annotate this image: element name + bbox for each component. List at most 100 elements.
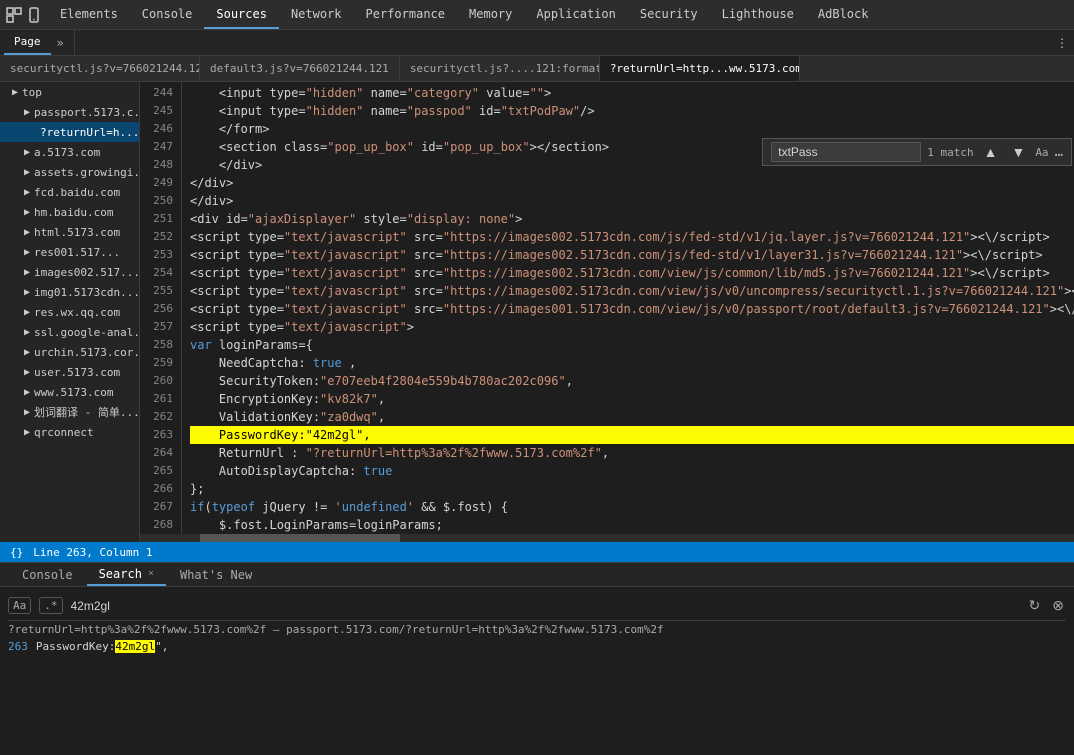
folder-icon: ▶ [24, 207, 30, 218]
sidebar-item[interactable]: ?returnUrl=h... [0, 122, 139, 142]
sidebar-item-label: img01.5173cdn... [34, 286, 139, 299]
code-line: if(typeof jQuery != 'undefined' && $.fos… [190, 498, 1074, 516]
code-line: <script type="text/javascript" src="http… [190, 246, 1074, 264]
sidebar-item[interactable]: ▶ assets.growingi... [0, 162, 139, 182]
find-input[interactable] [771, 142, 921, 162]
sidebar-item[interactable]: ▶ user.5173.com [0, 362, 139, 382]
bottom-panel: ConsoleSearch×What's New Aa .* ↻ ⊗ ?retu… [0, 562, 1074, 672]
sidebar-item-label: res.wx.qq.com [34, 306, 120, 319]
top-tab-elements[interactable]: Elements [48, 0, 130, 29]
sidebar-item[interactable]: ▶ fcd.baidu.com [0, 182, 139, 202]
tab-page[interactable]: Page [4, 30, 51, 55]
prev-match-btn[interactable]: ▲ [980, 142, 1002, 162]
bottom-tab-close-btn[interactable]: × [148, 568, 154, 579]
folder-icon: ▶ [24, 427, 30, 438]
folder-icon: ▶ [24, 107, 30, 118]
devtools-window: ElementsConsoleSourcesNetworkPerformance… [0, 0, 1074, 755]
sidebar-item[interactable]: ▶ img01.5173cdn... [0, 282, 139, 302]
top-tab-performance[interactable]: Performance [354, 0, 457, 29]
file-tab[interactable]: securityctl.js?....121:formatted [400, 56, 600, 81]
main-layout: ▶ top▶ passport.5173.c...?returnUrl=h...… [0, 82, 1074, 542]
search-options-btn[interactable]: … [1055, 144, 1063, 160]
folder-icon: ▶ [24, 327, 30, 338]
file-tab[interactable]: ?returnUrl=http...ww.5173.com%2f× [600, 56, 800, 81]
file-tab[interactable]: default3.js?v=766021244.121 [200, 56, 400, 81]
search-clear-btn[interactable]: ⊗ [1050, 595, 1066, 616]
result-line-text: PasswordKey:42m2gl", [36, 640, 168, 653]
sidebar-item[interactable]: ▶ passport.5173.c... [0, 102, 139, 122]
cursor-position: Line 263, Column 1 [33, 546, 152, 559]
sidebar-item[interactable]: ▶ qrconnect [0, 422, 139, 442]
panel-options-btn[interactable]: ⋮ [1050, 30, 1074, 55]
devtools-top-tabs: ElementsConsoleSourcesNetworkPerformance… [0, 0, 1074, 30]
code-line: <script type="text/javascript" src="http… [190, 228, 1074, 246]
folder-icon: ▶ [24, 147, 30, 158]
sidebar-item[interactable]: ▶ urchin.5173.cor... [0, 342, 139, 362]
top-tab-application[interactable]: Application [524, 0, 627, 29]
sidebar-item[interactable]: ▶ a.5173.com [0, 142, 139, 162]
bottom-tab-search[interactable]: Search× [87, 563, 166, 586]
top-tab-lighthouse[interactable]: Lighthouse [710, 0, 806, 29]
result-url-text: ?returnUrl=http%3a%2f%2fwww.5173.com%2f … [8, 623, 664, 636]
folder-icon: ▶ [24, 227, 30, 238]
folder-icon: ▶ [24, 347, 30, 358]
top-tab-network[interactable]: Network [279, 0, 354, 29]
code-line: <script type="text/javascript" src="http… [190, 282, 1074, 300]
top-tab-security[interactable]: Security [628, 0, 710, 29]
top-tab-console[interactable]: Console [130, 0, 205, 29]
code-line: SecurityToken:"e707eeb4f2804e559b4b780ac… [190, 372, 1074, 390]
sidebar-item-label: assets.growingi... [34, 166, 139, 179]
sidebar-item-label: html.5173.com [34, 226, 120, 239]
search-refresh-btn[interactable]: ↻ [1027, 595, 1043, 616]
horizontal-scrollbar[interactable] [140, 534, 1074, 542]
code-line: ValidationKey:"za0dwq", [190, 408, 1074, 426]
file-tab[interactable]: securityctl.js?v=766021244.121 [0, 56, 200, 81]
code-line: <input type="hidden" name="passpod" id="… [190, 102, 1074, 120]
file-tabs-row: securityctl.js?v=766021244.121default3.j… [0, 56, 1074, 82]
next-match-btn[interactable]: ▼ [1007, 142, 1029, 162]
match-case-toggle[interactable]: Aa [1035, 146, 1048, 159]
code-line: AutoDisplayCaptcha: true [190, 462, 1074, 480]
search-panel-input[interactable] [71, 599, 1019, 613]
top-tab-memory[interactable]: Memory [457, 0, 524, 29]
mobile-icon[interactable] [24, 5, 44, 25]
sidebar-item[interactable]: ▶ res.wx.qq.com [0, 302, 139, 322]
folder-icon: ▶ [24, 307, 30, 318]
sidebar-item[interactable]: ▶ 划词翻译 - 简单... [0, 402, 139, 422]
sidebar-item-label: passport.5173.c... [34, 106, 139, 119]
code-line: <div id="ajaxDisplayer" style="display: … [190, 210, 1074, 228]
code-line: </div> [190, 174, 1074, 192]
sidebar-item-label: res001.517... [34, 246, 120, 259]
sidebar-item-label: user.5173.com [34, 366, 120, 379]
sources-sidebar: ▶ top▶ passport.5173.c...?returnUrl=h...… [0, 82, 140, 542]
result-line-number: 263 [8, 640, 28, 653]
sidebar-item[interactable]: ▶ images002.517... [0, 262, 139, 282]
inspect-icon[interactable] [4, 5, 24, 25]
panel-file-tabs [75, 30, 1050, 55]
search-result-line: 263 PasswordKey:42m2gl", [8, 638, 1066, 655]
bottom-tab-what's-new[interactable]: What's New [168, 563, 264, 586]
top-tab-sources[interactable]: Sources [204, 0, 279, 29]
sidebar-item[interactable]: ▶ top [0, 82, 139, 102]
sidebar-item[interactable]: ▶ www.5173.com [0, 382, 139, 402]
sidebar-item[interactable]: ▶ html.5173.com [0, 222, 139, 242]
folder-icon: ▶ [24, 167, 30, 178]
code-line: <script type="text/javascript"> [190, 318, 1074, 336]
devtools-icons [4, 0, 44, 29]
folder-icon: ▶ [24, 247, 30, 258]
scrollbar-thumb[interactable] [200, 534, 400, 542]
folder-icon: ▶ [24, 267, 30, 278]
sidebar-item[interactable]: ▶ ssl.google-anal... [0, 322, 139, 342]
code-line: EncryptionKey:"kv82k7", [190, 390, 1074, 408]
sidebar-item[interactable]: ▶ res001.517... [0, 242, 139, 262]
sidebar-item-label: ?returnUrl=h... [40, 126, 139, 139]
code-line: </div> [190, 192, 1074, 210]
panel-tabs-row: Page » ⋮ [0, 30, 1074, 56]
top-tab-adblock[interactable]: AdBlock [806, 0, 881, 29]
code-line: <script type="text/javascript" src="http… [190, 264, 1074, 282]
bottom-tab-console[interactable]: Console [10, 563, 85, 586]
code-line: $.fost.LoginParams=loginParams; [190, 516, 1074, 534]
folder-icon: ▶ [24, 387, 30, 398]
panel-more-btn[interactable]: » [51, 36, 70, 50]
sidebar-item[interactable]: ▶ hm.baidu.com [0, 202, 139, 222]
